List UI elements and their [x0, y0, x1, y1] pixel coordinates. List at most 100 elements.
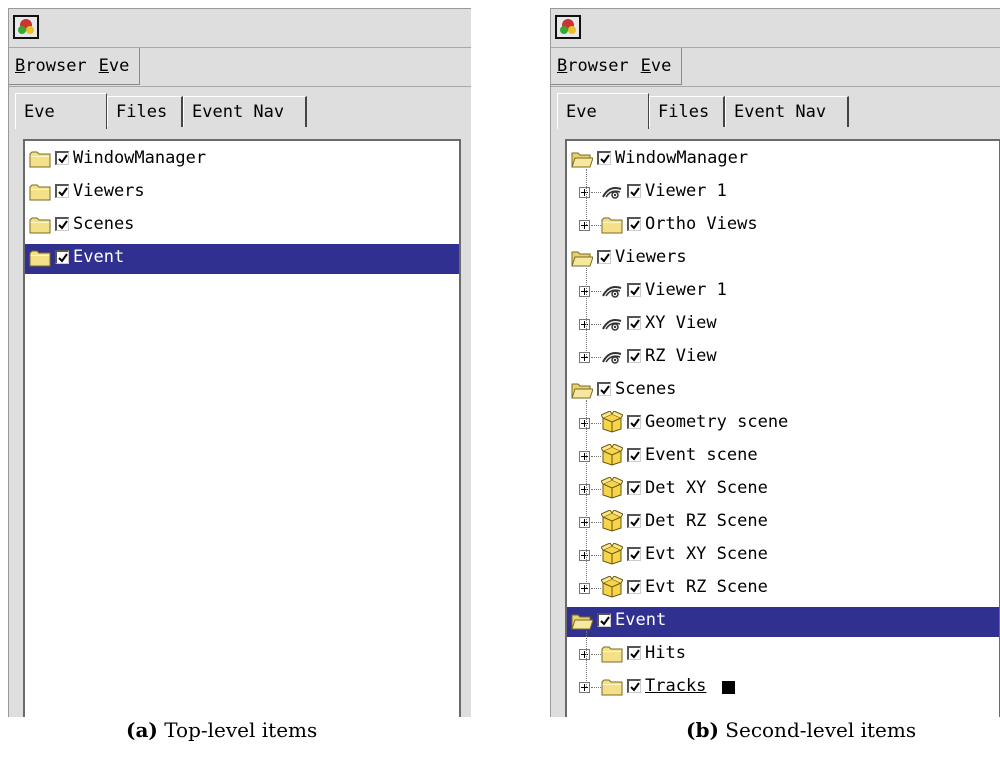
tree-item[interactable]: Scenes [25, 211, 459, 241]
scene-box-icon [600, 476, 624, 499]
expand-plus-icon[interactable] [579, 220, 590, 231]
tree-item-label: Scenes [73, 214, 135, 234]
tree-item[interactable]: Viewers [567, 244, 999, 274]
expand-plus-icon[interactable] [579, 583, 590, 594]
tree-item[interactable]: Det XY Scene [567, 475, 999, 505]
tab-eve[interactable]: Eve [15, 93, 107, 129]
list-tree-second-level[interactable]: WindowManager Viewer 1 Ortho Views Viewers V… [565, 139, 1000, 717]
visibility-checkbox[interactable] [627, 646, 641, 660]
menu-eve[interactable]: Eve [99, 56, 130, 76]
expand-plus-icon[interactable] [579, 649, 590, 660]
visibility-checkbox[interactable] [597, 382, 611, 396]
tree-connector-vertical [586, 400, 587, 588]
tab-event-nav[interactable]: Event Nav [183, 96, 307, 127]
tab-files[interactable]: Files [107, 96, 183, 127]
expand-plus-icon[interactable] [579, 187, 590, 198]
tree-item[interactable]: Ortho Views [567, 211, 999, 241]
viewer-eye-icon [601, 282, 623, 300]
tree-item[interactable]: Event [567, 607, 999, 637]
visibility-checkbox[interactable] [627, 283, 641, 297]
tree-item[interactable]: Det RZ Scene [567, 508, 999, 538]
visibility-checkbox[interactable] [627, 415, 641, 429]
expand-plus-icon[interactable] [579, 484, 590, 495]
color-marker[interactable] [722, 681, 735, 694]
visibility-checkbox[interactable] [597, 613, 611, 627]
tab-eve[interactable]: Eve [557, 93, 649, 129]
menu-browser[interactable]: Browser [15, 56, 87, 76]
tree-item[interactable]: Event [25, 244, 459, 274]
tree-item-label: Evt RZ Scene [645, 577, 768, 597]
tree-connector [591, 225, 601, 226]
tab-bar: Eve Files Event Nav [9, 87, 471, 129]
expand-plus-icon[interactable] [579, 418, 590, 429]
tree-item[interactable]: WindowManager [25, 145, 459, 175]
scene-box-icon [600, 410, 624, 433]
tree-item[interactable]: Event scene [567, 442, 999, 472]
tree-connector [591, 192, 601, 193]
tree-item-label: Scenes [615, 379, 677, 399]
visibility-checkbox[interactable] [597, 151, 611, 165]
folder-closed-icon [601, 216, 623, 234]
tree-item[interactable]: Viewer 1 [567, 178, 999, 208]
tree-connector [591, 687, 601, 688]
visibility-checkbox[interactable] [627, 481, 641, 495]
visibility-checkbox[interactable] [627, 580, 641, 594]
folder-closed-icon [601, 678, 623, 696]
visibility-checkbox[interactable] [627, 184, 641, 198]
expand-plus-icon[interactable] [579, 550, 590, 561]
tree-item[interactable]: Scenes [567, 376, 999, 406]
tree-item[interactable]: Geometry scene [567, 409, 999, 439]
expand-plus-icon[interactable] [579, 682, 590, 693]
tree-item[interactable]: WindowManager [567, 145, 999, 175]
tree-item[interactable]: Viewers [25, 178, 459, 208]
tree-item[interactable]: RZ View [567, 343, 999, 373]
visibility-checkbox[interactable] [627, 514, 641, 528]
visibility-checkbox[interactable] [55, 250, 69, 264]
expand-plus-icon[interactable] [579, 451, 590, 462]
app-icon [13, 15, 39, 39]
visibility-checkbox[interactable] [55, 217, 69, 231]
tree-item[interactable]: Hits [567, 640, 999, 670]
visibility-checkbox[interactable] [55, 151, 69, 165]
tab-files[interactable]: Files [649, 96, 725, 127]
tree-item[interactable]: Viewer 1 [567, 277, 999, 307]
expand-plus-icon[interactable] [579, 286, 590, 297]
menu-browser[interactable]: Browser [557, 56, 629, 76]
folder-open-icon [571, 381, 594, 399]
tab-event-nav[interactable]: Event Nav [725, 96, 849, 127]
tree-connector [591, 456, 601, 457]
viewer-eye-icon [601, 183, 623, 201]
visibility-checkbox[interactable] [627, 316, 641, 330]
visibility-checkbox[interactable] [597, 250, 611, 264]
folder-closed-icon [29, 183, 51, 201]
browser-window-top-level: Browser Eve Eve Files Event Nav WindowMa… [8, 8, 471, 717]
scene-box-icon [600, 443, 624, 466]
expand-plus-icon[interactable] [579, 319, 590, 330]
visibility-checkbox[interactable] [627, 547, 641, 561]
menu-eve[interactable]: Eve [641, 56, 672, 76]
expand-plus-icon[interactable] [579, 352, 590, 363]
list-tree-top-level[interactable]: WindowManager Viewers Scenes Event [23, 139, 461, 717]
tree-connector-vertical [586, 268, 587, 357]
tree-item-label: Viewer 1 [645, 181, 727, 201]
tree-item[interactable]: Tracks [567, 673, 999, 703]
visibility-checkbox[interactable] [627, 679, 641, 693]
visibility-checkbox[interactable] [627, 217, 641, 231]
tree-item[interactable]: XY View [567, 310, 999, 340]
tree-connector-vertical [586, 631, 587, 687]
visibility-checkbox[interactable] [627, 349, 641, 363]
tree-connector [591, 423, 601, 424]
folder-open-icon [571, 612, 594, 630]
tree-item[interactable]: Evt RZ Scene [567, 574, 999, 604]
tree-item-label: Det XY Scene [645, 478, 768, 498]
caption-b: (b) Second-level items [686, 718, 917, 742]
tree-item-label: Ortho Views [645, 214, 758, 234]
expand-plus-icon[interactable] [579, 517, 590, 528]
menu-eve-rest: ve [108, 56, 130, 76]
tree-item[interactable]: Evt XY Scene [567, 541, 999, 571]
app-icon [555, 15, 581, 39]
visibility-checkbox[interactable] [55, 184, 69, 198]
visibility-checkbox[interactable] [627, 448, 641, 462]
menu-bar: Browser Eve [9, 48, 471, 87]
tree-item-label: WindowManager [73, 148, 207, 168]
